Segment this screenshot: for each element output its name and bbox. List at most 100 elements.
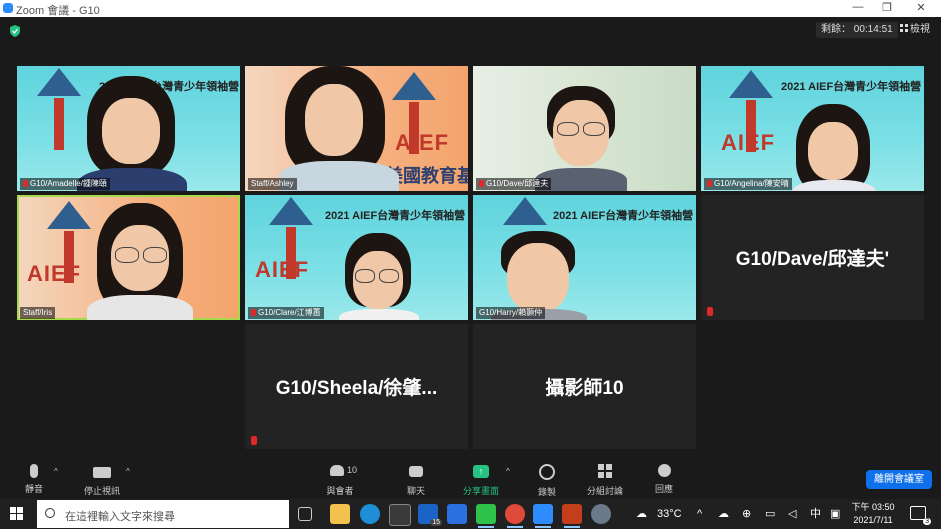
participant-display-name: 攝影師10 — [545, 378, 624, 399]
video-tile[interactable]: AIEF 2021 AIEF台灣青少年領袖營 G10/Angelina/陳安晴 — [701, 66, 924, 191]
participant-name-label: G10/Angelina/陳安晴 — [704, 178, 792, 190]
chat-label: 聊天 — [406, 486, 425, 496]
video-tile[interactable]: G10/Dave/邱達夫 — [473, 66, 696, 191]
participants-label: 與會者 — [326, 486, 354, 496]
aief-logo-icon — [392, 72, 436, 100]
participant-name: G10/Amadelle/鍾陳頤 — [30, 179, 107, 188]
reactions-button[interactable]: 回應 — [652, 462, 676, 495]
aief-big-text: AIEF — [721, 130, 776, 155]
clock-time: 下午 03:50 — [851, 502, 895, 512]
participant-name: G10/Dave/邱達夫 — [486, 179, 549, 188]
participants-count: 10 — [347, 465, 358, 475]
weather-temperature[interactable]: 33°C — [657, 499, 682, 529]
muted-mic-icon — [707, 180, 712, 187]
onedrive-icon[interactable]: ☁ — [718, 499, 729, 529]
muted-mic-icon — [707, 307, 713, 316]
video-camera-icon — [93, 467, 111, 478]
file-explorer-icon[interactable] — [330, 504, 350, 524]
participant-name-label: Staff/Ashley — [248, 178, 297, 190]
video-tile-active-speaker[interactable]: AIEF Staff/Iris — [17, 195, 240, 320]
task-view-icon[interactable] — [298, 507, 312, 521]
participant-name: G10/Angelina/陳安晴 — [714, 179, 789, 188]
dropbox-icon[interactable] — [447, 504, 467, 524]
aief-logo-icon — [37, 68, 81, 96]
aief-logo-icon — [47, 201, 91, 229]
search-placeholder: 在這裡輸入文字來搜尋 — [65, 511, 175, 523]
participants-icon-group: 10 — [322, 462, 358, 480]
breakout-grid-icon — [598, 464, 612, 478]
taskbar-search-box[interactable]: 在這裡輸入文字來搜尋 — [37, 500, 289, 528]
aief-big-text: AIEF — [27, 261, 82, 286]
participant-name: G10/Clare/江博蕙 — [258, 308, 321, 317]
meeting-toolbar: 靜音 ^ 停止視訊 ^ 10 與會者 聊天 ↑ 分享畫面 ^ 錄製 分組討論 回… — [0, 462, 941, 499]
powerpoint-icon[interactable] — [562, 504, 582, 528]
mute-button[interactable]: 靜音 — [20, 462, 48, 495]
audio-options-caret-icon[interactable]: ^ — [54, 467, 58, 476]
participant-name: Staff/Ashley — [251, 179, 294, 188]
chat-button[interactable]: 聊天 — [403, 462, 429, 497]
name-only-tile[interactable]: G10/Sheela/徐肇... — [245, 324, 468, 449]
participant-name-label: G10/Harry/賴顥仲 — [476, 307, 546, 319]
name-only-tile[interactable]: G10/Dave/邱達夫' — [701, 195, 924, 320]
line-app-icon[interactable] — [476, 504, 496, 528]
aief-big-text: AIEF — [255, 257, 310, 282]
aief-big-text: AIEF — [395, 130, 450, 155]
ime-indicator[interactable]: 中 — [810, 499, 821, 529]
smiley-icon — [657, 464, 671, 477]
taskbar-clock[interactable]: 下午 03:50 2021/7/11 — [848, 501, 898, 527]
participant-name-label: G10/Amadelle/鍾陳頤 — [20, 178, 110, 190]
mail-icon[interactable]: 15 — [418, 504, 442, 526]
record-button[interactable]: 錄製 — [534, 462, 560, 498]
mute-label: 靜音 — [24, 484, 43, 494]
video-tile[interactable]: 2021 AIEF台灣青少年領袖營 G10/Harry/賴顥仲 — [473, 195, 696, 320]
participants-button[interactable]: 10 與會者 — [322, 462, 358, 497]
zoom-app-icon[interactable] — [533, 504, 553, 528]
window-titlebar: Zoom 會議 - G10 — ❐ ✕ — [0, 0, 941, 17]
restore-button[interactable]: ❐ — [877, 1, 897, 14]
leave-meeting-button[interactable]: 離開會議室 — [866, 470, 932, 489]
windows-start-icon[interactable] — [10, 507, 24, 521]
chrome-browser-icon[interactable] — [505, 504, 525, 528]
meeting-timer: 剩餘： 00:14:51 — [816, 22, 898, 38]
grid-view-icon — [900, 24, 908, 32]
stop-video-button[interactable]: 停止視訊 — [80, 462, 124, 497]
name-only-tile[interactable]: 攝影師10 — [473, 324, 696, 449]
close-button[interactable]: ✕ — [911, 1, 931, 14]
aief-logo-icon — [729, 70, 773, 98]
paint-app-icon[interactable] — [591, 504, 611, 524]
reactions-label: 回應 — [654, 484, 673, 494]
minimize-button[interactable]: — — [848, 1, 868, 13]
store-icon[interactable] — [389, 504, 411, 526]
tray-overflow-icon[interactable]: ^ — [697, 499, 702, 529]
view-button[interactable]: 檢視 — [900, 22, 930, 38]
microphone-icon — [30, 464, 38, 478]
muted-mic-icon — [479, 180, 484, 187]
video-tile[interactable]: AIEF 2021 AIEF台灣青少年領袖營 G10/Clare/江博蕙 — [245, 195, 468, 320]
window-title: Zoom 會議 - G10 — [16, 5, 100, 17]
video-options-caret-icon[interactable]: ^ — [126, 467, 130, 476]
notification-center-icon[interactable]: 3 — [910, 506, 931, 525]
muted-mic-icon — [23, 180, 28, 187]
network-icon[interactable]: ▭ — [765, 499, 775, 529]
share-screen-button[interactable]: ↑ 分享畫面 — [461, 462, 501, 497]
edge-browser-icon[interactable] — [360, 504, 380, 524]
participant-name: Staff/Iris — [23, 308, 53, 317]
breakout-label: 分組討論 — [586, 486, 623, 496]
breakout-rooms-button[interactable]: 分組討論 — [585, 462, 625, 497]
muted-mic-icon — [251, 309, 256, 316]
video-tile[interactable]: AIEF 美國教育基金會 Staff/Ashley — [245, 66, 468, 191]
tray-app-icon[interactable]: ⊕ — [742, 499, 751, 529]
encryption-shield-icon[interactable] — [9, 25, 21, 37]
zoom-logo-icon — [3, 3, 13, 13]
aief-logo-icon — [269, 197, 313, 225]
share-options-caret-icon[interactable]: ^ — [506, 467, 510, 476]
notification-badge: 3 — [923, 518, 931, 525]
mail-badge: 15 — [430, 519, 442, 526]
banner-title: 2021 AIEF台灣青少年領袖營 — [553, 210, 694, 222]
weather-icon[interactable]: ☁ — [636, 499, 647, 529]
video-tile[interactable]: 2021 AIEF台灣青少年領袖營 G10/Amadelle/鍾陳頤 — [17, 66, 240, 191]
ime-mode-icon[interactable]: ▣ — [830, 499, 840, 529]
chat-bubble-icon — [409, 466, 423, 477]
participant-display-name: G10/Dave/邱達夫' — [735, 249, 890, 270]
volume-icon[interactable]: ◁ — [788, 499, 796, 529]
